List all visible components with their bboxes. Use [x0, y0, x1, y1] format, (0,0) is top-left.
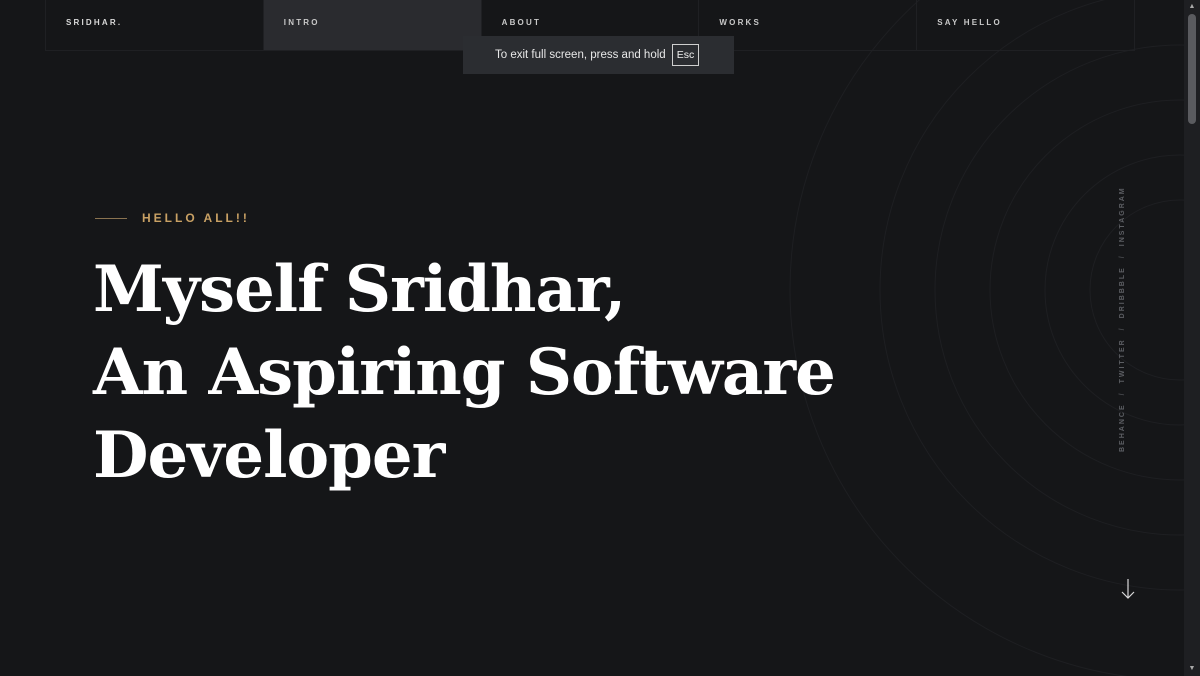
social-link-instagram[interactable]: INSTAGRAM: [1119, 186, 1126, 246]
hero-title-line: Developer: [93, 418, 445, 493]
scrollbar-thumb[interactable]: [1188, 14, 1196, 124]
triangle-down-icon[interactable]: ▼: [1184, 662, 1200, 676]
social-link-twitter[interactable]: TWITTER: [1119, 338, 1126, 383]
arrow-down-icon[interactable]: [1120, 578, 1136, 600]
kicker-divider: [95, 217, 127, 219]
brand-label: SRIDHAR.: [66, 18, 123, 27]
social-links-row: BEHANCE / TWITTER / DRIBBBLE / INSTAGRAM: [1119, 186, 1126, 452]
nav-item-label: SAY HELLO: [937, 18, 1002, 27]
hero-title-line: An Aspiring Software: [93, 335, 836, 410]
fullscreen-exit-toast: To exit full screen, press and hold Esc: [463, 36, 734, 74]
nav-item-intro[interactable]: INTRO: [262, 0, 481, 50]
nav-item-say-hello[interactable]: SAY HELLO: [916, 0, 1135, 50]
hero-title: Myself Sridhar, An Aspiring Software Dev…: [93, 248, 836, 497]
social-link-dribbble[interactable]: DRIBBBLE: [1119, 266, 1126, 318]
toast-message: To exit full screen, press and hold: [495, 49, 666, 61]
page-scrollbar[interactable]: ▲ ▼: [1184, 0, 1200, 676]
triangle-up-icon[interactable]: ▲: [1184, 0, 1200, 14]
brand-link[interactable]: SRIDHAR.: [45, 0, 263, 50]
hero-kicker: HELLO ALL!!: [95, 211, 250, 225]
nav-item-label: ABOUT: [501, 18, 542, 27]
social-link-behance[interactable]: BEHANCE: [1119, 403, 1126, 452]
social-separator: /: [1119, 326, 1126, 331]
hero-title-line: Myself Sridhar,: [93, 252, 626, 327]
page: SRIDHAR. INTRO ABOUT WORKS SAY HELLO To …: [0, 0, 1200, 676]
nav-item-label: WORKS: [719, 18, 762, 27]
social-separator: /: [1119, 391, 1126, 396]
social-links: BEHANCE / TWITTER / DRIBBBLE / INSTAGRAM: [1119, 160, 1135, 455]
nav-item-label: INTRO: [283, 18, 320, 27]
esc-key-badge: Esc: [671, 44, 700, 66]
kicker-text: HELLO ALL!!: [142, 211, 250, 225]
social-separator: /: [1119, 254, 1126, 259]
